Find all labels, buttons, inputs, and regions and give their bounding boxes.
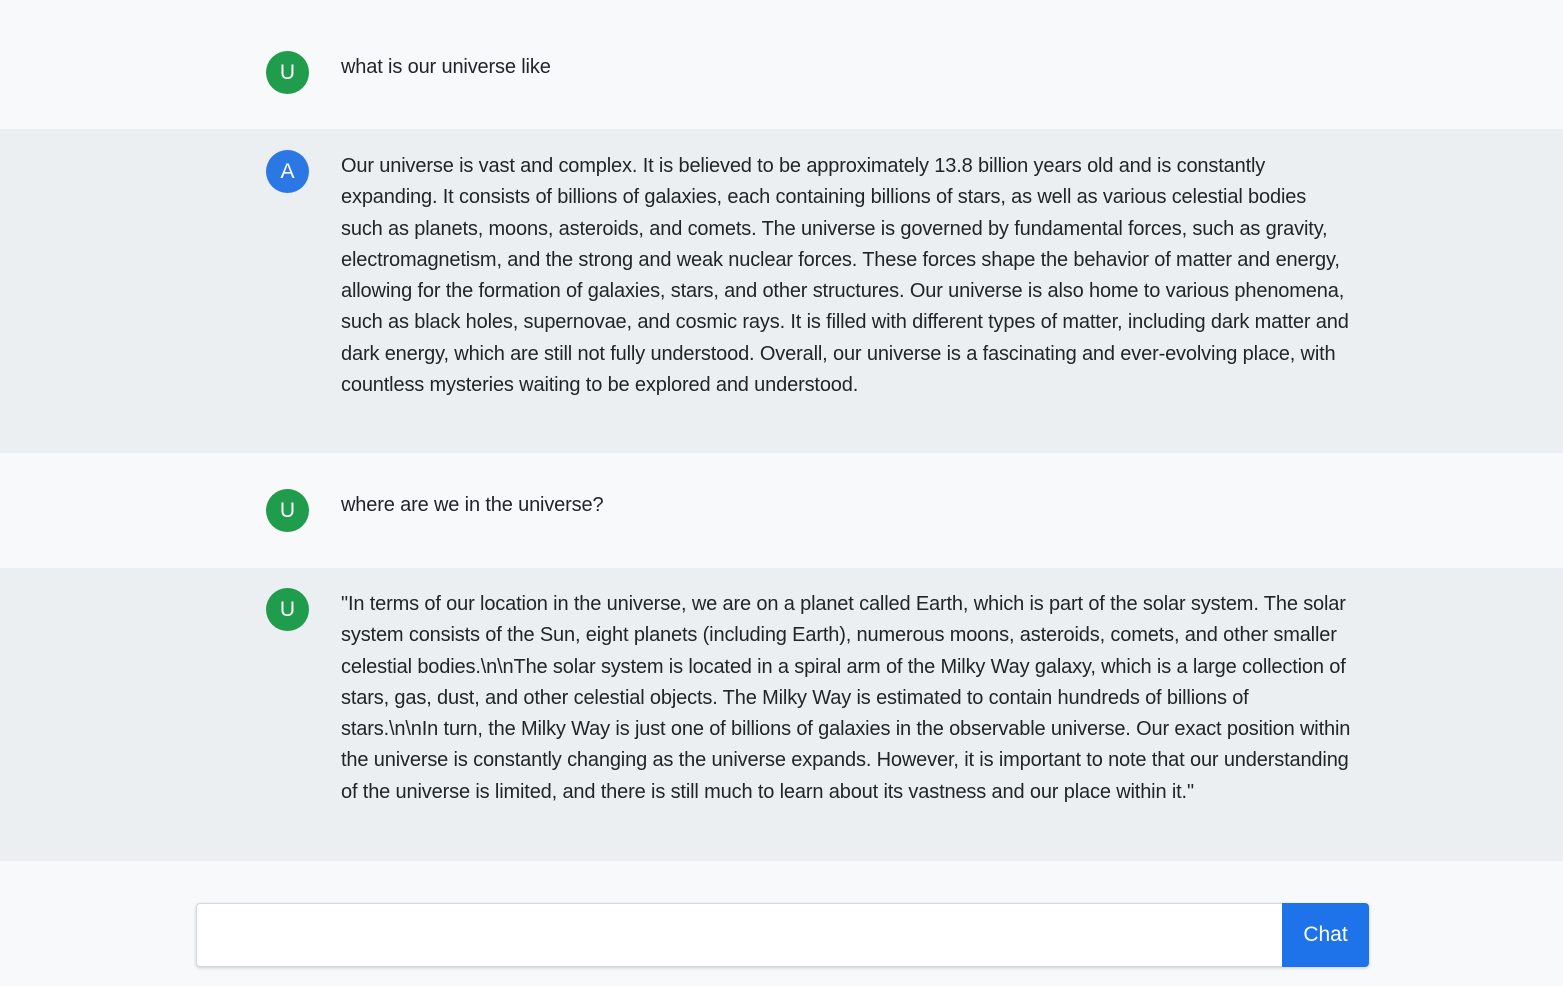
- chat-composer: Chat: [196, 903, 1369, 967]
- chat-input[interactable]: [196, 903, 1282, 967]
- message-assistant: A Our universe is vast and complex. It i…: [0, 129, 1563, 453]
- chat-button[interactable]: Chat: [1282, 903, 1369, 967]
- message-text: "In terms of our location in the univers…: [341, 593, 1351, 803]
- user-avatar: U: [266, 489, 309, 532]
- message-text: what is our universe like: [341, 56, 551, 78]
- assistant-avatar: A: [266, 150, 309, 193]
- chat-log: U what is our universe like A Our univer…: [0, 0, 1563, 861]
- message-text: where are we in the universe?: [341, 494, 604, 516]
- user-avatar: U: [266, 588, 309, 631]
- message-response: U "In terms of our location in the unive…: [0, 568, 1563, 861]
- message-user: U where are we in the universe?: [0, 453, 1563, 568]
- message-user: U what is our universe like: [0, 0, 1563, 129]
- message-text: Our universe is vast and complex. It is …: [341, 155, 1349, 397]
- user-avatar: U: [266, 51, 309, 94]
